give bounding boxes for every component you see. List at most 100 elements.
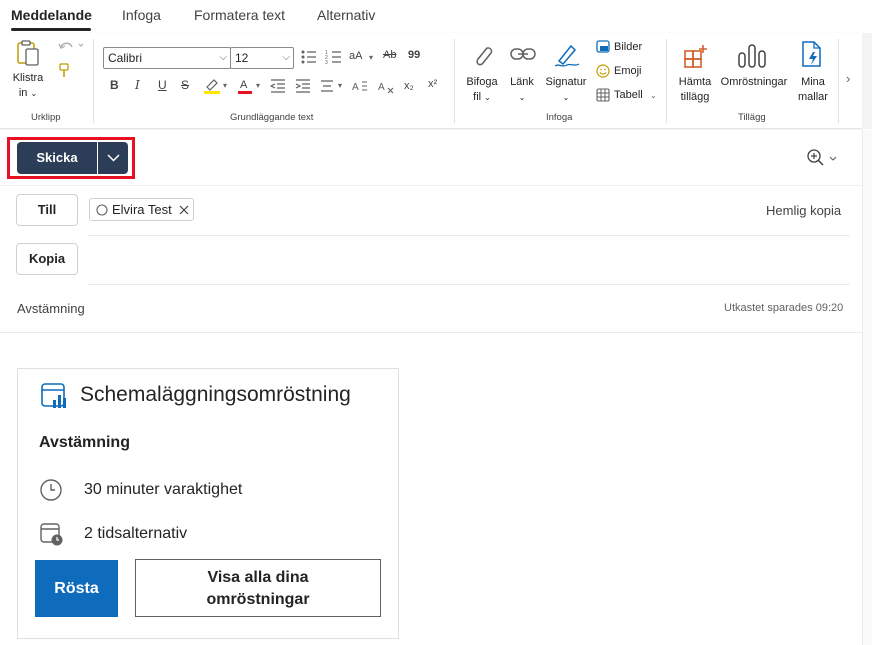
get-addins-label-2: tillägg [680,91,710,103]
compose-window: Meddelande Infoga Formatera text Alterna… [0,0,872,645]
recipient-pill[interactable]: Elvira Test [89,198,194,221]
calendar-clock-icon [40,523,63,546]
divider [0,332,862,333]
divider [88,284,850,285]
attach-file-button[interactable]: Bifoga fil ⌄ [462,75,502,105]
attach-label-2-row: fil ⌄ [462,90,502,105]
emoji-icon[interactable] [596,64,610,78]
table-icon[interactable] [596,88,610,102]
chevron-down-icon: ⌄ [484,93,491,102]
chevron-down-icon: ⌄ [650,91,657,100]
view-all-label-1: Visa alla dina [207,569,309,586]
tab-message[interactable]: Meddelande [11,7,92,23]
divider [666,39,667,123]
scrollbar[interactable] [862,130,872,645]
my-templates-icon[interactable] [800,40,824,68]
chevron-down-icon: ⌄ [562,93,570,102]
vote-button[interactable]: Rösta [35,560,118,617]
paste-label-2: in [18,87,28,99]
card-subtitle: Avstämning [39,434,130,451]
ribbon-tabs: Meddelande Infoga Formatera text Alterna… [0,0,872,32]
get-addins-icon[interactable] [683,43,709,69]
chevron-down-icon: ⌵ [219,52,227,63]
line-spacing-icon[interactable]: A [352,78,368,94]
clear-formatting-icon[interactable]: A [378,78,394,94]
subject-field[interactable]: Avstämning [17,301,85,316]
ribbon-scroll-right-icon[interactable]: › [846,71,850,86]
remove-recipient-icon[interactable] [179,205,189,215]
highlight-box [7,137,135,179]
format-painter-icon[interactable] [58,63,72,79]
decrease-indent-icon[interactable] [270,79,286,93]
tab-format-text[interactable]: Formatera text [194,7,285,23]
increase-indent-icon[interactable] [295,79,311,93]
divider [93,39,94,123]
font-family-value: Calibri [108,51,143,65]
underline-button[interactable]: U [158,78,167,92]
card-title: Schemaläggningsomröstning [80,383,351,406]
paste-button[interactable]: Klistra in ⌄ [8,71,48,101]
italic-button[interactable]: I [135,78,140,92]
quote-button[interactable]: 99 [408,49,420,61]
signature-icon[interactable] [553,41,581,69]
paste-icon[interactable] [15,39,41,67]
undo-icon[interactable] [57,39,85,53]
svg-text:A: A [240,79,248,91]
table-button[interactable]: Tabell [614,89,643,101]
highlight-icon[interactable] [203,77,221,95]
presence-status-icon [96,204,108,216]
tab-options[interactable]: Alternativ [317,7,375,23]
attach-label-2: fil [473,91,482,103]
group-label-basic-text: Grundläggande text [230,112,314,123]
font-color-icon[interactable]: A [237,77,253,95]
to-button[interactable]: Till [16,194,78,226]
group-label-clipboard: Urklipp [31,112,61,123]
zoom-icon[interactable] [806,148,838,166]
tab-insert[interactable]: Infoga [122,7,161,23]
bold-button[interactable]: B [110,78,119,92]
ribbon: Klistra in ⌄ Urklipp Calibri ⌵ 12 ⌵ 123 [0,33,862,129]
subscript-button[interactable]: x₂ [404,80,414,92]
divider [838,39,839,123]
chevron-down-icon: ▾ [256,81,261,90]
polls-icon[interactable] [737,43,767,69]
numbering-icon[interactable]: 123 [325,49,343,65]
pictures-icon[interactable] [596,40,610,53]
emoji-button[interactable]: Emoji [614,65,642,77]
font-size-select[interactable]: 12 ⌵ [230,47,294,69]
align-icon[interactable] [320,80,334,92]
font-family-select[interactable]: Calibri ⌵ [103,47,231,69]
group-label-addins: Tillägg [738,112,766,123]
link-icon[interactable] [509,45,537,65]
svg-text:3: 3 [325,60,328,65]
superscript-button[interactable]: x² [428,78,437,90]
pictures-button[interactable]: Bilder [614,41,642,53]
signature-button[interactable]: Signatur ⌄ [541,75,591,105]
view-all-label-2: omröstningar [206,591,310,608]
group-label-insert: Infoga [546,112,573,123]
signature-label: Signatur [545,76,587,88]
clock-icon [40,479,62,501]
chevron-down-icon: ▾ [338,81,343,90]
paste-label-1: Klistra [12,72,44,84]
spelling-button[interactable]: Ab [383,49,396,61]
paste-label-2-row: in ⌄ [8,86,48,101]
cc-button[interactable]: Kopia [16,243,78,275]
view-all-polls-button[interactable]: Visa alla dina omröstningar [135,559,381,617]
my-templates-button[interactable]: Mina mallar [794,75,832,105]
chevron-down-icon: ⌄ [518,93,526,102]
divider [88,235,850,236]
bullets-icon[interactable] [300,49,318,65]
polls-button[interactable]: Omröstningar [716,75,792,90]
active-tab-indicator [11,28,91,31]
recipient-name: Elvira Test [112,202,172,217]
chevron-down-icon: ⌵ [282,52,290,63]
my-templates-label-2: mallar [798,91,828,103]
get-addins-button[interactable]: Hämta tillägg [675,75,715,105]
font-size-toggle-button[interactable]: aA [349,50,362,62]
bcc-button[interactable]: Hemlig kopia [766,203,841,218]
strikethrough-button[interactable]: S [181,78,189,92]
get-addins-label-1: Hämta [678,76,712,88]
link-button[interactable]: Länk ⌄ [505,75,539,105]
paperclip-icon[interactable] [471,42,495,70]
